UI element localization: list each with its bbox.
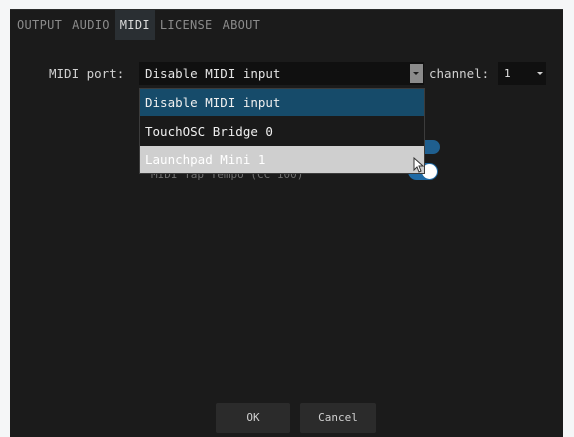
tab-bar: OUTPUT AUDIO MIDI LICENSE ABOUT — [10, 10, 265, 40]
tab-audio[interactable]: AUDIO — [67, 10, 115, 40]
option-launchpad-mini-1[interactable]: Launchpad Mini 1 — [140, 146, 424, 173]
channel-chevron-down-icon — [537, 72, 543, 75]
option-touchosc-bridge-0[interactable]: TouchOSC Bridge 0 — [140, 118, 424, 145]
tab-midi[interactable]: MIDI — [114, 10, 155, 40]
tab-output[interactable]: OUTPUT — [10, 10, 67, 40]
tab-about[interactable]: ABOUT — [218, 10, 266, 40]
tab-license[interactable]: LICENSE — [155, 10, 218, 40]
mouse-cursor-icon — [413, 157, 425, 173]
option-disable-midi-input[interactable]: Disable MIDI input — [140, 89, 424, 116]
midi-port-select[interactable]: Disable MIDI input — [139, 62, 424, 85]
settings-window: OUTPUT AUDIO MIDI LICENSE ABOUT MIDI por… — [10, 9, 563, 437]
midi-port-label: MIDI port: — [49, 66, 125, 81]
ok-button[interactable]: OK — [216, 403, 290, 433]
midi-port-dropdown: Disable MIDI input TouchOSC Bridge 0 Lau… — [139, 88, 425, 174]
channel-label: channel: — [429, 66, 490, 81]
cancel-button[interactable]: Cancel — [300, 403, 376, 433]
chevron-down-icon[interactable] — [410, 64, 423, 83]
